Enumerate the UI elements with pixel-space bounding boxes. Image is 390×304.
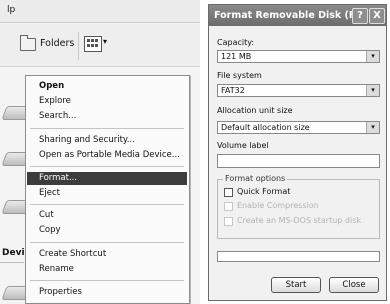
chevron-down-icon[interactable]: ▾ bbox=[366, 51, 379, 62]
enable-compression-checkbox[interactable] bbox=[224, 202, 233, 211]
help-icon[interactable]: ? bbox=[352, 8, 368, 24]
volume-label-input[interactable] bbox=[217, 154, 380, 168]
chevron-down-icon[interactable]: ▾ bbox=[366, 122, 379, 133]
view-grid-icon[interactable] bbox=[84, 36, 102, 52]
capacity-select[interactable]: 121 MB ▾ bbox=[217, 50, 380, 63]
start-button[interactable]: Start bbox=[271, 277, 321, 293]
filesystem-label: File system bbox=[217, 71, 262, 80]
msdos-startup-checkbox[interactable] bbox=[224, 217, 233, 226]
volume-label-label: Volume label bbox=[217, 141, 269, 150]
close-icon[interactable]: X bbox=[369, 8, 385, 24]
menu-item-format[interactable]: Format... bbox=[27, 172, 187, 185]
menu-separator bbox=[30, 166, 184, 167]
format-progress-bar bbox=[217, 251, 380, 262]
format-options-title: Format options bbox=[223, 174, 288, 183]
allocation-select[interactable]: Default allocation size ▾ bbox=[217, 121, 380, 134]
menu-help-fragment[interactable]: lp bbox=[7, 5, 15, 15]
close-button[interactable]: Close bbox=[329, 277, 379, 293]
quick-format-checkbox[interactable] bbox=[224, 188, 233, 197]
allocation-value: Default allocation size bbox=[221, 123, 310, 132]
menu-item-search[interactable]: Search... bbox=[27, 110, 187, 123]
explorer-window: lp Folders ▾ Devi Open Explore Search...… bbox=[0, 0, 200, 304]
menu-item-portable-media[interactable]: Open as Portable Media Device... bbox=[27, 149, 187, 162]
menu-separator bbox=[30, 204, 184, 205]
msdos-startup-label: Create an MS-DOS startup disk bbox=[237, 216, 362, 225]
menu-item-copy[interactable]: Copy bbox=[27, 224, 187, 237]
menu-item-cut[interactable]: Cut bbox=[27, 209, 187, 222]
menu-separator bbox=[30, 280, 184, 281]
menu-item-create-shortcut[interactable]: Create Shortcut bbox=[27, 248, 187, 261]
menu-item-eject[interactable]: Eject bbox=[27, 187, 187, 200]
format-options-group: Format options Quick Format Enable Compr… bbox=[217, 174, 380, 239]
quick-format-label[interactable]: Quick Format bbox=[237, 187, 290, 196]
allocation-label: Allocation unit size bbox=[217, 106, 293, 115]
menu-bar: lp bbox=[0, 0, 200, 23]
enable-compression-label: Enable Compression bbox=[237, 201, 319, 210]
folders-button[interactable]: Folders bbox=[40, 38, 74, 49]
folder-icon[interactable] bbox=[20, 35, 36, 51]
menu-item-sharing-security[interactable]: Sharing and Security... bbox=[27, 134, 187, 147]
filesystem-value: FAT32 bbox=[221, 86, 245, 95]
devices-section-label: Devi bbox=[2, 248, 25, 258]
dialog-title-bar[interactable]: Format Removable Disk (F:) ? X bbox=[209, 5, 386, 26]
section-divider bbox=[0, 262, 24, 263]
filesystem-select[interactable]: FAT32 ▾ bbox=[217, 84, 380, 97]
format-dialog: Format Removable Disk (F:) ? X Capacity:… bbox=[208, 4, 387, 301]
menu-item-open[interactable]: Open bbox=[27, 80, 187, 93]
menu-item-rename[interactable]: Rename bbox=[27, 263, 187, 276]
toolbar: Folders ▾ bbox=[0, 24, 200, 67]
menu-item-properties[interactable]: Properties bbox=[27, 286, 187, 299]
capacity-label: Capacity: bbox=[217, 38, 255, 47]
toolbar-divider bbox=[78, 32, 79, 60]
capacity-value: 121 MB bbox=[221, 52, 252, 61]
context-menu: Open Explore Search... Sharing and Secur… bbox=[25, 75, 190, 304]
menu-separator bbox=[30, 128, 184, 129]
menu-item-explore[interactable]: Explore bbox=[27, 95, 187, 108]
menu-separator bbox=[30, 242, 184, 243]
view-dropdown-icon[interactable]: ▾ bbox=[103, 37, 107, 46]
chevron-down-icon[interactable]: ▾ bbox=[366, 85, 379, 96]
dialog-title: Format Removable Disk (F:) bbox=[214, 10, 363, 21]
